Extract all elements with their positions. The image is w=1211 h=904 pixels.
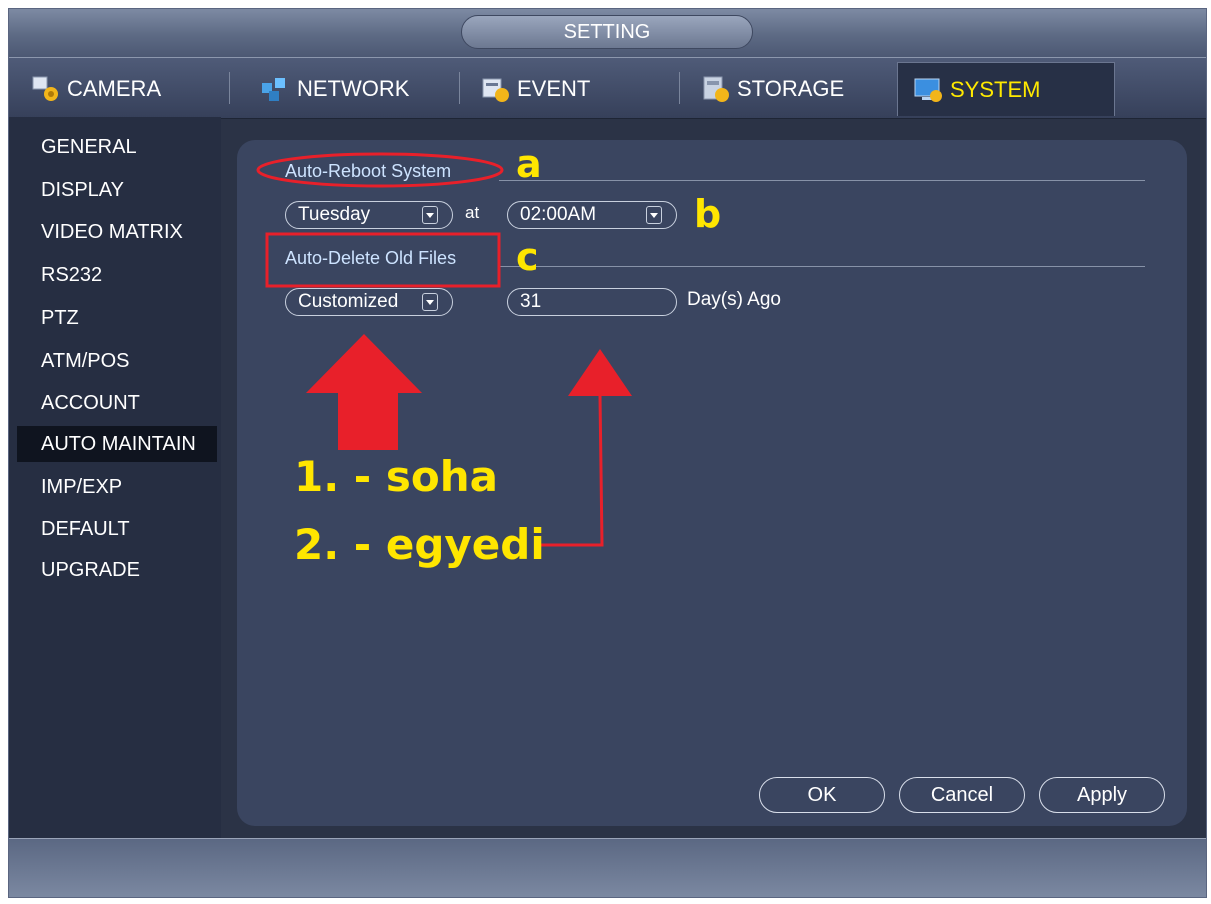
annotation-circle-a [256, 152, 504, 188]
annotation-label-b: b [694, 192, 722, 236]
annotation-overlay [256, 152, 632, 547]
annotation-box-c [265, 232, 501, 288]
annotation-arrow-up-small [568, 349, 632, 396]
annotation-line-1: 1. - soha [294, 452, 498, 501]
annotation-connector-line [536, 395, 604, 547]
annotation-line-2: 2. - egyedi [294, 520, 545, 569]
annotation-arrow-up-large [306, 334, 422, 450]
annotation-label-a: a [516, 142, 542, 186]
annotation-label-c: c [516, 235, 539, 279]
